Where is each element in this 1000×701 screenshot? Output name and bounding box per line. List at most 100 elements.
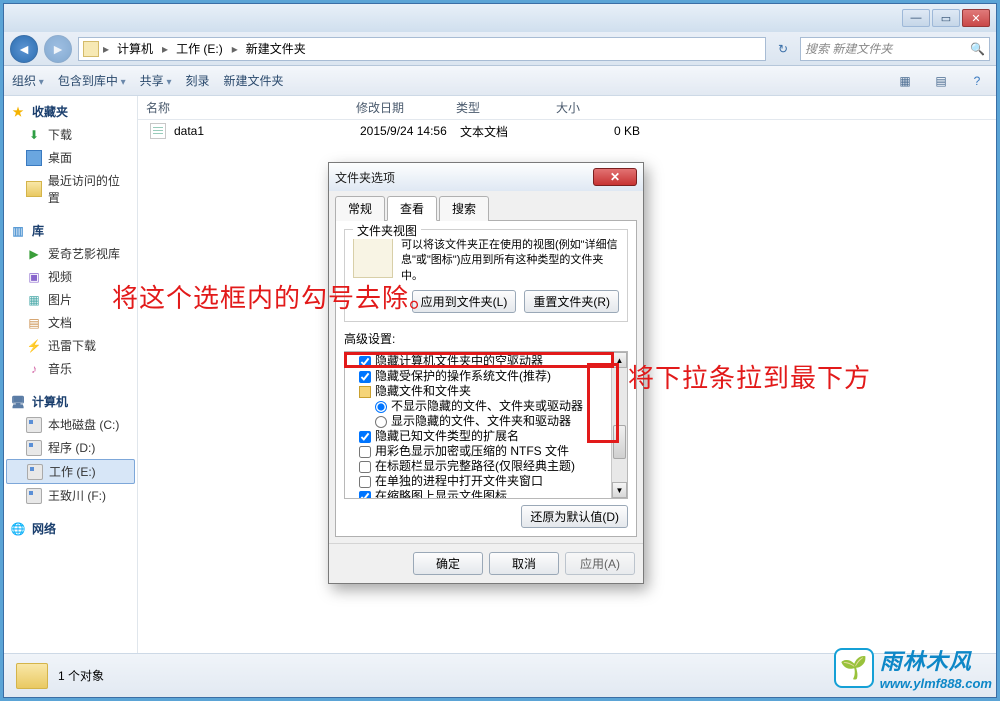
radio[interactable] xyxy=(375,416,387,428)
forward-button[interactable]: ► xyxy=(44,35,72,63)
burn-button[interactable]: 刻录 xyxy=(185,72,209,89)
search-input[interactable]: 搜索 新建文件夹 🔍 xyxy=(800,37,990,61)
back-button[interactable]: ◄ xyxy=(10,35,38,63)
favorites-header[interactable]: ★收藏夹 xyxy=(4,100,137,123)
column-headers[interactable]: 名称 修改日期 类型 大小 xyxy=(138,96,996,120)
file-row[interactable]: data1 2015/9/24 14:56 文本文档 0 KB xyxy=(138,120,996,142)
adv-item[interactable]: 在缩略图上显示文件图标 xyxy=(347,489,609,498)
scrollbar[interactable]: ▲ ▼ xyxy=(611,352,627,498)
sidebar-item-downloads[interactable]: ⬇下载 xyxy=(4,123,137,146)
network-icon: 🌐 xyxy=(10,521,26,537)
col-size[interactable]: 大小 xyxy=(548,99,648,116)
checkbox[interactable] xyxy=(359,356,371,368)
adv-item-label: 隐藏文件和文件夹 xyxy=(375,384,471,399)
file-size: 0 KB xyxy=(560,124,660,138)
share-menu[interactable]: 共享 xyxy=(140,72,172,89)
adv-item[interactable]: 在单独的进程中打开文件夹窗口 xyxy=(347,474,609,489)
include-menu[interactable]: 包含到库中 xyxy=(58,72,126,89)
restore-defaults-button[interactable]: 还原为默认值(D) xyxy=(521,505,628,528)
sidebar-item-thunder[interactable]: ⚡迅雷下载 xyxy=(4,334,137,357)
recent-icon xyxy=(26,181,42,197)
tab-general[interactable]: 常规 xyxy=(335,196,385,221)
checkbox[interactable] xyxy=(359,461,371,473)
breadcrumb[interactable]: ▸ 计算机▸ 工作 (E:)▸ 新建文件夹 xyxy=(78,37,766,61)
minimize-button[interactable]: — xyxy=(902,9,930,27)
col-name[interactable]: 名称 xyxy=(138,99,348,116)
sidebar-item-drive-c[interactable]: 本地磁盘 (C:) xyxy=(4,413,137,436)
reset-folders-button[interactable]: 重置文件夹(R) xyxy=(524,290,619,313)
sidebar-item-iqiyi[interactable]: ▶爱奇艺影视库 xyxy=(4,242,137,265)
preview-button[interactable]: ▤ xyxy=(930,71,952,91)
adv-item[interactable]: 用彩色显示加密或压缩的 NTFS 文件 xyxy=(347,444,609,459)
folder-icon xyxy=(83,41,99,57)
adv-item[interactable]: 显示隐藏的文件、文件夹和驱动器 xyxy=(347,414,609,429)
sidebar-item-drive-f[interactable]: 王致川 (F:) xyxy=(4,484,137,507)
radio[interactable] xyxy=(375,401,387,413)
adv-item-label: 隐藏计算机文件夹中的空驱动器 xyxy=(375,354,543,369)
scroll-track[interactable] xyxy=(612,368,627,482)
scroll-thumb[interactable] xyxy=(613,425,626,459)
crumb-drive[interactable]: 工作 (E:) xyxy=(172,40,228,57)
dialog-titlebar[interactable]: 文件夹选项 ✕ xyxy=(329,163,643,191)
sidebar-item-music[interactable]: ♪音乐 xyxy=(4,357,137,380)
adv-item-label: 显示隐藏的文件、文件夹和驱动器 xyxy=(391,414,571,429)
view-button[interactable]: ▦ xyxy=(894,71,916,91)
apply-button[interactable]: 应用(A) xyxy=(565,552,635,575)
folder-icon xyxy=(359,386,371,398)
adv-item-label: 用彩色显示加密或压缩的 NTFS 文件 xyxy=(375,444,569,459)
desktop-icon xyxy=(26,150,42,166)
checkbox[interactable] xyxy=(359,431,371,443)
annotation-text-1: 将这个选框内的勾号去除。 xyxy=(112,278,436,315)
search-icon: 🔍 xyxy=(970,42,985,56)
file-type: 文本文档 xyxy=(460,123,560,140)
libraries-header[interactable]: ▥库 xyxy=(4,219,137,242)
document-icon: ▤ xyxy=(26,315,42,331)
adv-item[interactable]: 隐藏已知文件类型的扩展名 xyxy=(347,429,609,444)
crumb-folder[interactable]: 新建文件夹 xyxy=(242,40,311,57)
library-icon: ▥ xyxy=(10,223,26,239)
adv-item-label: 隐藏已知文件类型的扩展名 xyxy=(375,429,519,444)
scroll-down-button[interactable]: ▼ xyxy=(612,482,627,498)
sidebar-item-drive-d[interactable]: 程序 (D:) xyxy=(4,436,137,459)
ok-button[interactable]: 确定 xyxy=(413,552,483,575)
checkbox[interactable] xyxy=(359,446,371,458)
advanced-settings-list[interactable]: 隐藏计算机文件夹中的空驱动器隐藏受保护的操作系统文件(推荐)隐藏文件和文件夹不显… xyxy=(345,352,611,498)
textfile-icon xyxy=(150,123,166,139)
adv-item[interactable]: 隐藏受保护的操作系统文件(推荐) xyxy=(347,369,609,384)
adv-item[interactable]: 隐藏文件和文件夹 xyxy=(347,384,609,399)
crumb-computer[interactable]: 计算机 xyxy=(113,40,158,57)
close-button[interactable]: ✕ xyxy=(962,9,990,27)
adv-item-label: 隐藏受保护的操作系统文件(推荐) xyxy=(375,369,551,384)
tab-search[interactable]: 搜索 xyxy=(439,196,489,221)
dialog-close-button[interactable]: ✕ xyxy=(593,168,637,186)
sidebar-item-desktop[interactable]: 桌面 xyxy=(4,146,137,169)
help-button[interactable]: ? xyxy=(966,71,988,91)
newfolder-button[interactable]: 新建文件夹 xyxy=(224,72,284,89)
tab-panel-view: 文件夹视图 可以将该文件夹正在使用的视图(例如"详细信息"或"图标")应用到所有… xyxy=(335,220,637,537)
network-header[interactable]: 🌐网络 xyxy=(4,517,137,540)
computer-header[interactable]: 🖥计算机 xyxy=(4,390,137,413)
maximize-button[interactable]: ▭ xyxy=(932,9,960,27)
watermark-icon: 🌱 xyxy=(834,648,874,688)
col-date[interactable]: 修改日期 xyxy=(348,99,448,116)
annotation-text-2: 将下拉条拉到最下方 xyxy=(628,358,871,395)
download-icon: ⬇ xyxy=(26,127,42,143)
scroll-up-button[interactable]: ▲ xyxy=(612,352,627,368)
sidebar-item-recent[interactable]: 最近访问的位置 xyxy=(4,169,137,209)
cancel-button[interactable]: 取消 xyxy=(489,552,559,575)
drive-icon xyxy=(26,488,42,504)
checkbox[interactable] xyxy=(359,371,371,383)
checkbox[interactable] xyxy=(359,476,371,488)
adv-item[interactable]: 隐藏计算机文件夹中的空驱动器 xyxy=(347,354,609,369)
star-icon: ★ xyxy=(10,104,26,120)
sidebar-item-drive-e[interactable]: 工作 (E:) xyxy=(6,459,135,484)
organize-menu[interactable]: 组织 xyxy=(12,72,44,89)
adv-item[interactable]: 不显示隐藏的文件、文件夹或驱动器 xyxy=(347,399,609,414)
tab-view[interactable]: 查看 xyxy=(387,196,437,221)
checkbox[interactable] xyxy=(359,491,371,499)
picture-icon: ▦ xyxy=(26,292,42,308)
adv-item[interactable]: 在标题栏显示完整路径(仅限经典主题) xyxy=(347,459,609,474)
toolbar: 组织 包含到库中 共享 刻录 新建文件夹 ▦ ▤ ? xyxy=(4,66,996,96)
refresh-button[interactable]: ↻ xyxy=(772,38,794,60)
col-type[interactable]: 类型 xyxy=(448,99,548,116)
